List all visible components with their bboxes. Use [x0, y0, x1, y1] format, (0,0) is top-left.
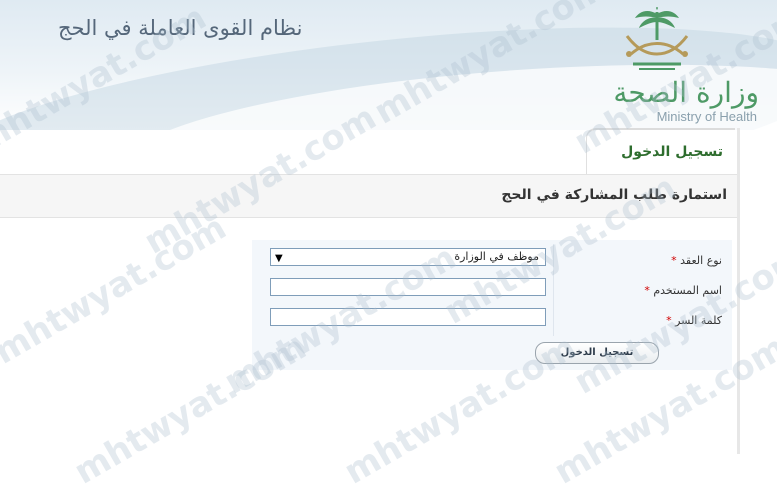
palm-swords-emblem-icon [625, 7, 689, 70]
contract-type-label: نوع العقد * [671, 254, 722, 267]
required-mark: * [666, 314, 672, 327]
header-banner: نظام القوى العاملة في الحج وزارة الصحة M… [0, 0, 777, 130]
password-row: كلمة السر * [252, 306, 732, 334]
contract-type-value: موظف في الوزارة [454, 250, 539, 263]
logo-english-text: Ministry of Health [656, 109, 757, 124]
form-title: استمارة طلب المشاركة في الحج [501, 187, 727, 203]
logo-arabic-text: وزارة الصحة [613, 76, 759, 109]
ministry-logo: وزارة الصحة Ministry of Health [599, 6, 769, 124]
login-button[interactable]: تسجيل الدخول [535, 342, 659, 364]
contract-type-select[interactable]: موظف في الوزارة ▼ [270, 248, 546, 266]
required-mark: * [644, 284, 650, 297]
login-form: موظف في الوزارة ▼ نوع العقد * اسم المستخ… [252, 240, 732, 370]
page-rail [737, 128, 740, 454]
required-mark: * [671, 254, 677, 267]
password-label: كلمة السر * [666, 314, 722, 327]
username-row: اسم المستخدم * [252, 276, 732, 304]
username-label: اسم المستخدم * [644, 284, 722, 297]
username-input[interactable] [270, 278, 546, 296]
login-tab-title: تسجيل الدخول [621, 144, 723, 160]
watermark-text: mhtwyat.com [0, 207, 234, 373]
chevron-down-icon: ▼ [275, 253, 283, 264]
system-title: نظام القوى العاملة في الحج [58, 16, 303, 40]
contract-type-row: موظف في الوزارة ▼ نوع العقد * [252, 246, 732, 274]
form-title-bar: استمارة طلب المشاركة في الحج [0, 174, 737, 218]
password-input[interactable] [270, 308, 546, 326]
login-tab: تسجيل الدخول [586, 128, 735, 174]
